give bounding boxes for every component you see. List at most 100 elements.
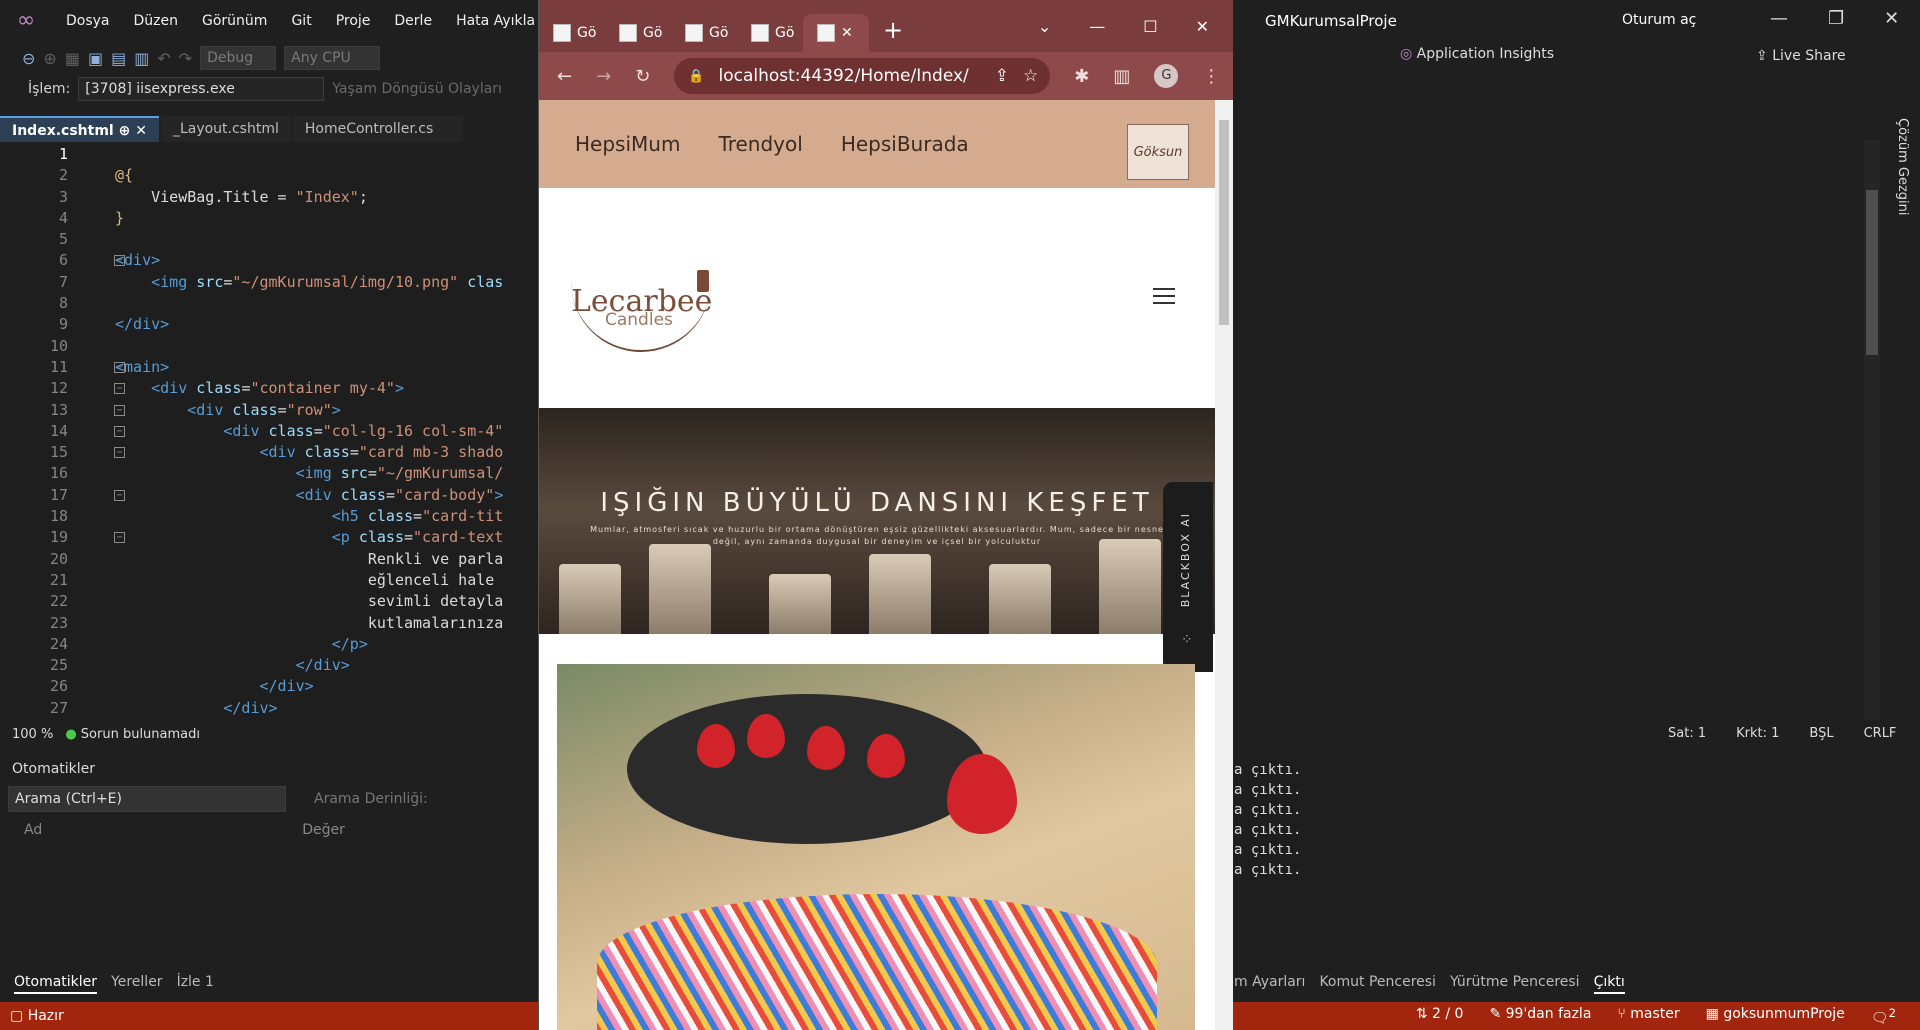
code-line[interactable]: 12 − <div class="container my-4">	[10, 378, 538, 399]
code-editor[interactable]: 1 2 @{3 ViewBag.Title = "Index"; 4} 5 6− <div>…	[10, 144, 538, 720]
app-insights-button[interactable]: ◎ Application Insights	[1400, 46, 1554, 62]
collapse-icon[interactable]: −	[114, 447, 125, 459]
blackbox-ai-tab[interactable]: BLACKBOX AI ⁘	[1163, 482, 1213, 672]
goksun-logo[interactable]: Göksun	[1127, 124, 1189, 180]
sync-status[interactable]: ⇅ 2 / 0	[1416, 1006, 1464, 1027]
pin-icon[interactable]: ⊕	[119, 123, 131, 139]
back-icon[interactable]: ←	[557, 66, 572, 87]
browser-scroll-thumb[interactable]	[1219, 120, 1229, 325]
browser-tab[interactable]: Gö	[737, 14, 803, 52]
code-line[interactable]: 4}	[10, 208, 538, 229]
tab-index-cshtml[interactable]: Index.cshtml ⊕ ✕	[0, 116, 159, 142]
redo-icon[interactable]: ↷	[179, 49, 192, 68]
menu-proje[interactable]: Proje	[324, 0, 383, 42]
menu-hata-ayikla[interactable]: Hata Ayıkla	[444, 0, 547, 42]
open-folder-icon[interactable]: ▣	[88, 49, 103, 68]
new-tab-icon[interactable]: +	[883, 16, 903, 44]
back-nav-icon[interactable]: ⊖	[22, 49, 35, 68]
code-line[interactable]: 22 sevimli detayla	[10, 591, 538, 612]
platform-combo[interactable]: Any CPU	[284, 46, 381, 70]
tab-watch1[interactable]: İzle 1	[177, 970, 214, 994]
save-icon[interactable]: ▤	[111, 49, 126, 68]
code-line[interactable]: 1	[10, 144, 538, 165]
code-line[interactable]: 9 </div>	[10, 314, 538, 335]
nav-link-hepsiburada[interactable]: HepsiBurada	[841, 132, 969, 156]
nav-link-trendyol[interactable]: Trendyol	[718, 132, 802, 156]
code-line[interactable]: 15 − <div class="card mb-3 shado	[10, 442, 538, 463]
code-line[interactable]: 24 </p>	[10, 634, 538, 655]
collapse-icon[interactable]: −	[114, 404, 125, 416]
bookmark-star-icon[interactable]: ☆	[1023, 66, 1050, 86]
col-name[interactable]: Ad	[24, 822, 42, 838]
repo-status[interactable]: ▦ goksunmumProje	[1706, 1006, 1845, 1027]
tab-immediate-window[interactable]: Yürütme Penceresi	[1450, 970, 1580, 994]
side-panel-icon[interactable]: ▥	[1113, 66, 1130, 87]
nav-link-hepsimum[interactable]: HepsiMum	[575, 132, 680, 156]
code-line[interactable]: 23 kutlamalarınıza	[10, 613, 538, 634]
extensions-icon[interactable]: ✱	[1074, 66, 1089, 87]
solution-explorer-tab[interactable]: Çözüm Gezgini	[1890, 118, 1910, 238]
code-line[interactable]: 13 − <div class="row">	[10, 400, 538, 421]
kebab-menu-icon[interactable]: ⋮	[1202, 66, 1220, 87]
browser-tab[interactable]: Gö	[539, 14, 605, 52]
tab-command-window[interactable]: Komut Penceresi	[1319, 970, 1435, 994]
tab-search-icon[interactable]: ⌄	[1038, 17, 1051, 36]
undo-icon[interactable]: ↶	[157, 49, 170, 68]
collapse-icon[interactable]: −	[114, 361, 125, 373]
code-line[interactable]: 25 </div>	[10, 655, 538, 676]
maximize-icon[interactable]: ☐	[1143, 17, 1157, 36]
collapse-icon[interactable]: −	[114, 383, 125, 395]
sign-in-link[interactable]: Oturum aç	[1622, 12, 1696, 28]
code-line[interactable]: 18 <h5 class="card-tit	[10, 506, 538, 527]
browser-tab[interactable]: Gö	[671, 14, 737, 52]
restore-icon[interactable]: ❐	[1828, 8, 1844, 29]
save-all-icon[interactable]: ▥	[134, 49, 149, 68]
forward-nav-icon[interactable]: ⊕	[43, 49, 56, 68]
collapse-icon[interactable]: −	[114, 532, 125, 544]
process-combo[interactable]: [3708] iisexpress.exe	[78, 77, 325, 101]
menu-gorunum[interactable]: Görünüm	[190, 0, 279, 42]
close-tab-icon[interactable]: ✕	[841, 25, 853, 41]
menu-git[interactable]: Git	[279, 0, 323, 42]
changes-status[interactable]: ✎ 99'dan fazla	[1489, 1006, 1591, 1027]
tab-settings[interactable]: m Ayarları	[1234, 970, 1305, 994]
forward-icon[interactable]: →	[596, 66, 611, 87]
config-combo[interactable]: Debug	[200, 46, 277, 70]
code-line[interactable]: 20 Renkli ve parla	[10, 549, 538, 570]
code-line[interactable]: 10	[10, 336, 538, 357]
col-value[interactable]: Değer	[302, 822, 345, 838]
code-line[interactable]: 11− <main>	[10, 357, 538, 378]
live-share-button[interactable]: ⇪ Live Share	[1756, 48, 1846, 64]
menu-dosya[interactable]: Dosya	[54, 0, 122, 42]
editor-scroll-thumb[interactable]	[1866, 190, 1878, 355]
address-bar[interactable]: 🔒 localhost:44392/Home/Index/ ⇪ ☆	[674, 58, 1051, 94]
menu-derle[interactable]: Derle	[382, 0, 444, 42]
code-line[interactable]: 19 − <p class="card-text	[10, 527, 538, 548]
whitespace-mode[interactable]: BŞL	[1809, 726, 1833, 741]
share-icon[interactable]: ⇪	[995, 66, 1009, 86]
reload-icon[interactable]: ↻	[635, 66, 650, 87]
profile-avatar[interactable]: G	[1154, 64, 1179, 88]
code-line[interactable]: 14 − <div class="col-lg-16 col-sm-4"	[10, 421, 538, 442]
code-line[interactable]: 17 − <div class="card-body">	[10, 485, 538, 506]
hamburger-menu-icon[interactable]	[1153, 288, 1175, 304]
code-line[interactable]: 16 <img src="~/gmKurumsal/	[10, 463, 538, 484]
tab-output[interactable]: Çıktı	[1593, 970, 1625, 994]
zoom-level[interactable]: 100 %	[12, 727, 53, 742]
browser-tab-active[interactable]: ✕	[803, 14, 869, 52]
code-line[interactable]: 5	[10, 229, 538, 250]
code-line[interactable]: 3 ViewBag.Title = "Index";	[10, 187, 538, 208]
code-line[interactable]: 6− <div>	[10, 250, 538, 271]
visual-studio-logo-icon[interactable]: ∞	[12, 7, 40, 35]
code-line[interactable]: 7 <img src="~/gmKurumsal/img/10.png" cla…	[10, 272, 538, 293]
browser-tab[interactable]: Gö	[605, 14, 671, 52]
minimize-icon[interactable]: —	[1770, 8, 1788, 29]
branch-status[interactable]: ⑂ master	[1617, 1006, 1679, 1027]
close-icon[interactable]: ✕	[135, 123, 147, 139]
collapse-icon[interactable]: −	[114, 255, 125, 267]
tab-layout-cshtml[interactable]: _Layout.cshtml	[160, 116, 291, 142]
code-line[interactable]: 8	[10, 293, 538, 314]
lifecycle-events[interactable]: Yaşam Döngüsü Olayları	[332, 81, 502, 97]
new-project-icon[interactable]: ▦	[65, 49, 80, 68]
autos-search-input[interactable]: Arama (Ctrl+E)	[8, 786, 286, 812]
